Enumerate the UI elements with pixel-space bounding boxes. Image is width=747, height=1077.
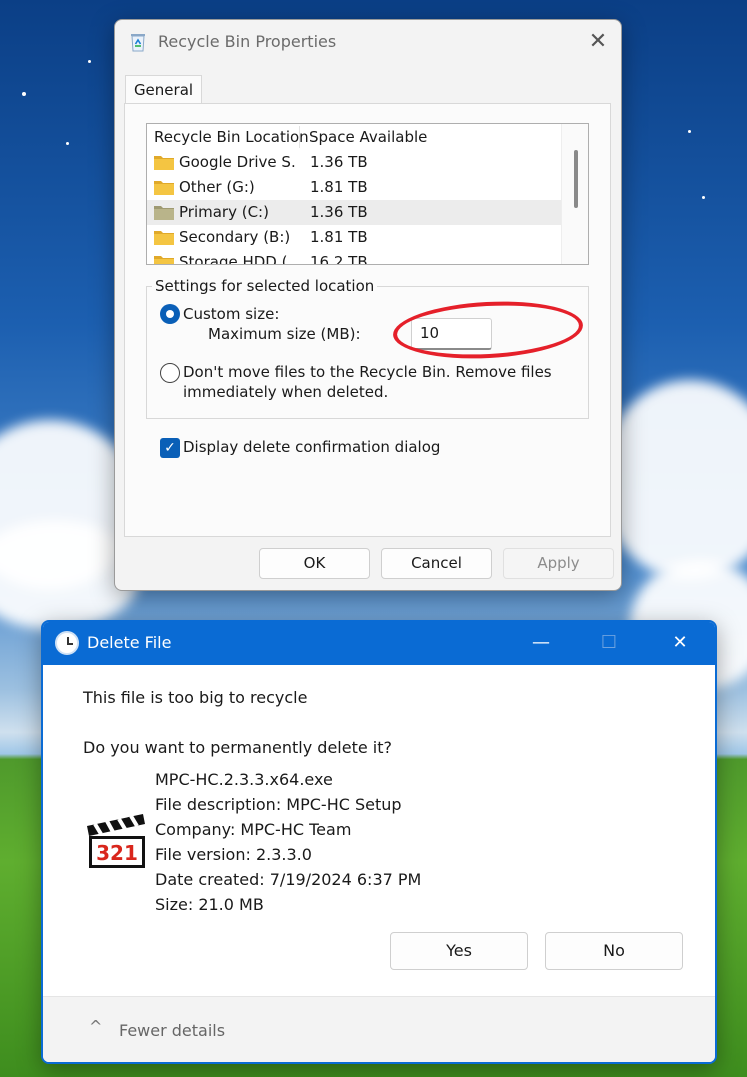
- ok-button[interactable]: OK: [259, 548, 370, 579]
- custom-size-radio[interactable]: [160, 304, 180, 324]
- dialog-title: Delete File: [87, 633, 172, 652]
- fewer-details-link[interactable]: Fewer details: [119, 1021, 225, 1040]
- cloud: [600, 380, 747, 580]
- folder-icon: [154, 231, 174, 245]
- settings-group: Settings for selected location Custom si…: [146, 277, 589, 419]
- cancel-button[interactable]: Cancel: [381, 548, 492, 579]
- permanent-delete-question: Do you want to permanently delete it?: [83, 738, 393, 757]
- folder-icon: [154, 206, 174, 220]
- close-button[interactable]: ✕: [581, 26, 615, 58]
- file-version: File version: 2.3.3.0: [155, 845, 312, 864]
- file-size: Size: 21.0 MB: [155, 895, 264, 914]
- vertical-scrollbar[interactable]: [561, 124, 588, 264]
- space-available: 16.2 TB: [310, 253, 368, 265]
- clapper-number: 321: [96, 841, 138, 865]
- confirm-checkbox[interactable]: ✓: [160, 438, 180, 458]
- folder-icon: [154, 181, 174, 195]
- list-item[interactable]: Storage HDD (... 16.2 TB: [147, 250, 562, 265]
- location-name: Other (G:): [179, 178, 255, 196]
- title-bar: Delete File — ☐ ✕: [43, 622, 715, 665]
- location-name: Storage HDD (...: [179, 253, 297, 265]
- apply-button[interactable]: Apply: [503, 548, 614, 579]
- no-button[interactable]: No: [545, 932, 683, 970]
- settings-group-label: Settings for selected location: [152, 277, 378, 295]
- dont-move-label-line2[interactable]: immediately when deleted.: [183, 383, 388, 401]
- confirm-label[interactable]: Display delete confirmation dialog: [183, 438, 440, 456]
- recycle-bin-icon: [131, 34, 145, 52]
- recycle-bin-properties-window: Recycle Bin Properties ✕ General Recycle…: [114, 19, 622, 591]
- folder-icon: [154, 156, 174, 170]
- space-available: 1.36 TB: [310, 203, 368, 221]
- file-name: MPC-HC.2.3.3.x64.exe: [155, 770, 333, 789]
- recycle-bin-location-list[interactable]: Recycle Bin Location Space Available Goo…: [146, 123, 589, 265]
- space-available: 1.36 TB: [310, 153, 368, 171]
- folder-icon: [154, 256, 174, 264]
- star: [66, 142, 69, 145]
- custom-size-label[interactable]: Custom size:: [183, 305, 279, 323]
- location-name: Primary (C:): [179, 203, 269, 221]
- max-size-label: Maximum size (MB):: [208, 325, 361, 343]
- chevron-up-icon[interactable]: ^: [89, 1017, 102, 1036]
- title-bar: Recycle Bin Properties ✕: [115, 20, 621, 64]
- dont-move-radio[interactable]: [160, 363, 180, 383]
- list-header: Recycle Bin Location Space Available: [147, 124, 562, 150]
- list-item[interactable]: Other (G:) 1.81 TB: [147, 175, 562, 200]
- file-company: Company: MPC-HC Team: [155, 820, 352, 839]
- yes-button[interactable]: Yes: [390, 932, 528, 970]
- list-item[interactable]: Primary (C:) 1.36 TB: [147, 200, 562, 225]
- window-title: Recycle Bin Properties: [158, 32, 337, 51]
- column-header-location[interactable]: Recycle Bin Location: [154, 128, 309, 146]
- clock-icon: [55, 631, 79, 655]
- minimize-button[interactable]: —: [518, 628, 564, 658]
- column-header-space[interactable]: Space Available: [309, 128, 427, 146]
- space-available: 1.81 TB: [310, 178, 368, 196]
- scrollbar-thumb[interactable]: [574, 150, 578, 208]
- red-annotation-circle: [391, 297, 585, 363]
- column-divider[interactable]: [299, 126, 300, 148]
- space-available: 1.81 TB: [310, 228, 368, 246]
- star: [702, 196, 705, 199]
- general-tab-panel: Recycle Bin Location Space Available Goo…: [124, 103, 611, 537]
- list-item[interactable]: Secondary (B:) 1.81 TB: [147, 225, 562, 250]
- star: [688, 130, 691, 133]
- too-big-message: This file is too big to recycle: [83, 688, 308, 707]
- dialog-footer: ^ Fewer details: [43, 996, 715, 1062]
- close-button[interactable]: ✕: [657, 628, 703, 658]
- maximize-button[interactable]: ☐: [586, 628, 632, 658]
- file-date-created: Date created: 7/19/2024 6:37 PM: [155, 870, 422, 889]
- location-name: Google Drive S...: [179, 153, 297, 171]
- list-item[interactable]: Google Drive S... 1.36 TB: [147, 150, 562, 175]
- tab-general[interactable]: General: [125, 75, 202, 106]
- star: [88, 60, 91, 63]
- delete-file-dialog: Delete File — ☐ ✕ This file is too big t…: [41, 620, 717, 1064]
- mpc-hc-file-icon: 321: [87, 814, 145, 868]
- location-name: Secondary (B:): [179, 228, 291, 246]
- dont-move-label-line1[interactable]: Don't move files to the Recycle Bin. Rem…: [183, 363, 552, 381]
- star: [22, 92, 26, 96]
- file-description: File description: MPC-HC Setup: [155, 795, 402, 814]
